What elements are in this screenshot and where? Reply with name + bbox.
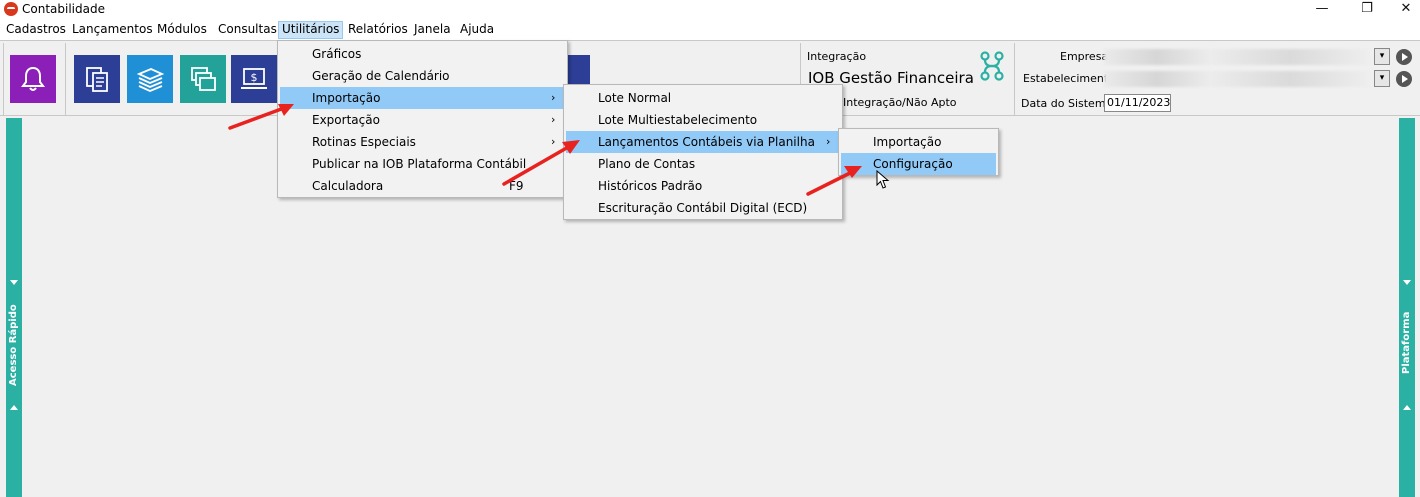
documents-icon <box>86 67 108 92</box>
menu-relatorios[interactable]: Relatórios <box>345 21 411 39</box>
menu-item-label: Importação <box>873 135 942 149</box>
estabelecimento-go-button[interactable] <box>1396 71 1412 87</box>
restore-button[interactable]: ❐ <box>1347 0 1387 19</box>
acesso-rapido-sidebar[interactable]: Acesso Rápido <box>6 118 22 497</box>
menu-item-label: Lote Normal <box>598 91 672 105</box>
menu-lancamentos[interactable]: Lançamentos <box>69 21 156 39</box>
estabelecimento-dropdown-button[interactable]: ▾ <box>1374 70 1390 87</box>
svg-text:$: $ <box>251 71 258 84</box>
expand-up-icon <box>10 405 18 410</box>
window-title: Contabilidade <box>22 2 105 16</box>
documents-button[interactable] <box>74 55 120 103</box>
menu-item-label: Escrituração Contábil Digital (ECD) <box>598 201 808 215</box>
menu-janela[interactable]: Janela <box>411 21 454 39</box>
collapse-down-icon <box>10 280 18 285</box>
toolbar-separator <box>65 43 66 115</box>
submenu-arrow-icon: › <box>826 135 831 148</box>
annotation-arrow-icon <box>228 104 294 130</box>
close-button[interactable]: ✕ <box>1392 0 1420 19</box>
menu-item-importacao[interactable]: Importação › <box>280 87 565 109</box>
menu-item-label: Gráficos <box>312 47 362 61</box>
toolbar-separator <box>3 43 4 115</box>
money-button[interactable] <box>127 55 173 103</box>
submenu-arrow-icon: › <box>551 113 556 126</box>
empresa-dropdown-button[interactable]: ▾ <box>1374 48 1390 65</box>
bell-icon <box>21 66 45 91</box>
annotation-arrow-icon <box>502 140 580 186</box>
menu-bar: Cadastros Lançamentos Módulos Consultas … <box>0 19 1420 40</box>
computer-dollar-icon: $ <box>241 68 267 89</box>
payment-button[interactable]: $ <box>231 55 277 103</box>
menu-ajuda[interactable]: Ajuda <box>457 21 497 39</box>
menu-item-graficos[interactable]: Gráficos <box>280 43 565 65</box>
integration-label: Integração <box>807 50 867 63</box>
menu-item-exportacao[interactable]: Exportação › <box>280 109 565 131</box>
menu-consultas[interactable]: Consultas <box>215 21 280 39</box>
menu-item-lancamentos-planilha[interactable]: Lançamentos Contábeis via Planilha › <box>566 131 840 153</box>
plataforma-sidebar[interactable]: Plataforma <box>1399 118 1415 497</box>
minimize-button[interactable]: — <box>1302 0 1342 19</box>
app-logo-icon <box>4 2 18 16</box>
acesso-rapido-label: Acesso Rápido <box>8 304 19 386</box>
menu-item-plano-contas[interactable]: Plano de Contas <box>566 153 840 175</box>
menu-item-label: Lançamentos Contábeis via Planilha <box>598 135 815 149</box>
annotation-arrow-icon <box>806 166 862 196</box>
menu-item-label: Lote Multiestabelecimento <box>598 113 758 127</box>
submenu-arrow-icon: › <box>551 91 556 104</box>
toolbar-separator <box>1014 43 1015 115</box>
menu-item-historicos-padrao[interactable]: Históricos Padrão <box>566 175 840 197</box>
integration-status: Integração/Não Apto <box>843 96 957 109</box>
menu-item-label: Plano de Contas <box>598 157 696 171</box>
money-stack-icon <box>136 68 164 92</box>
menu-item-label: Exportação <box>312 113 380 127</box>
estabelecimento-field[interactable] <box>1104 71 1370 87</box>
expand-up-icon <box>1403 405 1411 410</box>
menu-item-ecd[interactable]: Escrituração Contábil Digital (ECD) <box>566 197 840 219</box>
integration-nodes-icon[interactable] <box>980 51 1004 81</box>
data-sistema-field[interactable]: 01/11/2023 <box>1104 94 1171 112</box>
menu-item-label: Rotinas Especiais <box>312 135 416 149</box>
empresa-field[interactable] <box>1104 49 1370 65</box>
importacao-submenu: Lote Normal Lote Multiestabelecimento La… <box>563 84 843 220</box>
data-sistema-label: Data do Sistema <box>1021 97 1113 110</box>
empresa-label: Empresa <box>1060 50 1109 63</box>
menu-item-label: Importação <box>312 91 381 105</box>
menu-cadastros[interactable]: Cadastros <box>3 21 69 39</box>
mouse-cursor-icon <box>876 170 890 189</box>
menu-item-label: Publicar na IOB Plataforma Contábil <box>312 157 527 171</box>
menu-item-geracao-calendario[interactable]: Geração de Calendário <box>280 65 565 87</box>
estabelecimento-label: Estabelecimento <box>1023 72 1115 85</box>
windows-button[interactable] <box>180 55 226 103</box>
menu-item-label: Calculadora <box>312 179 384 193</box>
menu-item-label: Históricos Padrão <box>598 179 703 193</box>
menu-modulos[interactable]: Módulos <box>154 21 210 39</box>
menu-item-lote-multiestabelecimento[interactable]: Lote Multiestabelecimento <box>566 109 840 131</box>
title-bar: Contabilidade — ❐ ✕ <box>0 0 1420 19</box>
menu-item-lote-normal[interactable]: Lote Normal <box>566 87 840 109</box>
windows-icon <box>191 67 216 91</box>
plataforma-label: Plataforma <box>1401 311 1412 374</box>
menu-item-label: Geração de Calendário <box>312 69 450 83</box>
menu-utilitarios[interactable]: Utilitários <box>278 21 344 39</box>
collapse-down-icon <box>1403 280 1411 285</box>
menu-item-planilha-importacao[interactable]: Importação <box>841 131 996 153</box>
notifications-button[interactable] <box>10 55 56 103</box>
empresa-go-button[interactable] <box>1396 49 1412 65</box>
